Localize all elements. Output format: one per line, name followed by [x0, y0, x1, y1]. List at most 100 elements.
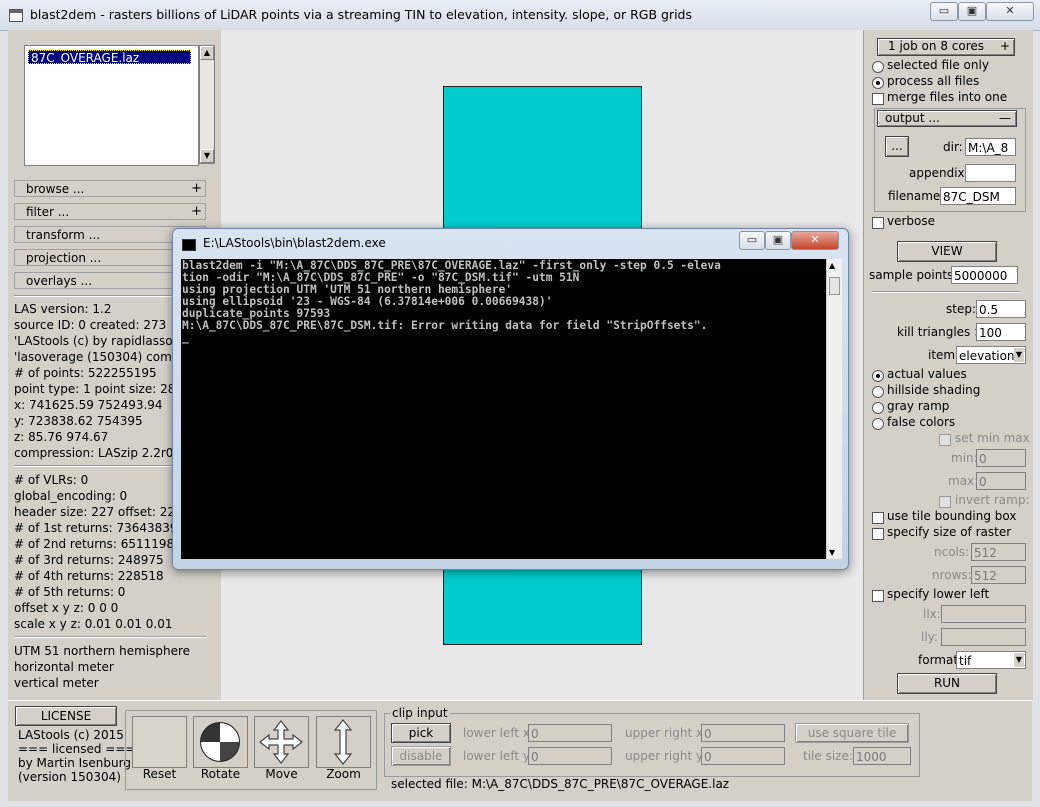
kill-triangles-input[interactable]: 100 — [976, 323, 1026, 341]
lower-left-x-input[interactable]: 0 — [528, 724, 612, 742]
step-input[interactable]: 0.5 — [976, 300, 1026, 318]
specify-lower-left-checkbox[interactable] — [872, 590, 884, 602]
window-title: blast2dem - rasters billions of LiDAR po… — [30, 7, 692, 22]
tile-bounding-box-checkbox[interactable] — [872, 512, 884, 524]
output-fold[interactable]: output ... — — [877, 110, 1017, 127]
pick-button[interactable]: pick — [391, 723, 451, 743]
info-num-points: # of points: 522255195 — [14, 366, 157, 380]
scroll-thumb[interactable] — [829, 277, 840, 295]
selected-file-only-radio[interactable] — [872, 61, 884, 73]
file-list[interactable]: 87C_OVERAGE.laz — [24, 45, 199, 166]
console-minimize-button[interactable]: ▭ — [739, 231, 765, 250]
console-screen[interactable]: blast2dem -i "M:\A_87C\DDS_87C_PRE\87C_O… — [181, 259, 826, 559]
gray-ramp-radio[interactable] — [872, 402, 884, 414]
min-input[interactable]: 0 — [976, 449, 1026, 467]
close-button[interactable]: ✕ — [986, 2, 1034, 21]
zoom-tool[interactable] — [316, 716, 371, 768]
output-browse-button[interactable]: ... — [885, 136, 909, 157]
verbose-checkbox[interactable] — [872, 217, 884, 229]
app-icon — [9, 9, 23, 22]
specify-lower-left-label: specify lower left — [887, 587, 990, 601]
console-window[interactable]: E:\LAStools\bin\blast2dem.exe ▭ ▣ ✕ blas… — [172, 228, 849, 570]
lower-left-x-label: lower left x: — [463, 726, 535, 740]
ncols-input[interactable]: 512 — [971, 543, 1026, 561]
scroll-down-icon[interactable]: ▼ — [200, 149, 214, 163]
credits: LAStools (c) 2015 === licensed === by Ma… — [18, 728, 135, 784]
window-titlebar[interactable]: blast2dem - rasters billions of LiDAR po… — [0, 0, 1040, 31]
actual-values-label: actual values — [887, 367, 967, 381]
lower-left-y-input[interactable]: 0 — [528, 747, 612, 765]
upper-right-x-input[interactable]: 0 — [701, 724, 785, 742]
info-utm: UTM 51 northern hemisphere — [14, 644, 191, 658]
credit-line: LAStools (c) 2015 — [18, 728, 124, 742]
run-button[interactable]: RUN — [897, 673, 997, 694]
move-tool[interactable] — [254, 716, 309, 768]
reset-tool[interactable] — [132, 716, 187, 768]
license-button[interactable]: LICENSE — [15, 706, 117, 726]
browse-fold[interactable]: browse ... + — [14, 180, 206, 197]
llx-label: llx: — [923, 607, 941, 621]
upper-right-y-input[interactable]: 0 — [701, 747, 785, 765]
filter-label: filter ... — [26, 205, 70, 219]
output-label: output ... — [885, 111, 940, 125]
divider — [14, 636, 206, 638]
use-square-tile-button[interactable]: use square tile — [795, 723, 909, 743]
file-list-scrollbar[interactable]: ▲ ▼ — [199, 45, 215, 164]
scroll-up-icon[interactable]: ▲ — [829, 261, 835, 270]
appendix-input[interactable] — [965, 164, 1016, 182]
info-4th-returns: # of 4th returns: 228518 — [14, 569, 164, 583]
view-button[interactable]: VIEW — [897, 241, 997, 262]
move-label: Move — [265, 767, 298, 781]
close-icon: ✕ — [1005, 4, 1015, 17]
info-lastools: 'LAStools (c) by rapidlasso — [14, 334, 173, 348]
console-close-button[interactable]: ✕ — [791, 231, 839, 250]
disable-button[interactable]: disable — [391, 746, 451, 766]
tile-bounding-box-label: use tile bounding box — [887, 509, 1017, 523]
llx-input[interactable] — [941, 605, 1026, 623]
max-label: max: — [948, 474, 979, 488]
actual-values-radio[interactable] — [872, 370, 884, 382]
max-input[interactable]: 0 — [976, 472, 1026, 490]
filter-fold[interactable]: filter ... + — [14, 203, 206, 220]
sample-points-input[interactable]: 5000000 — [951, 266, 1018, 284]
close-icon: ✕ — [810, 233, 820, 246]
specify-size-label: specify size of raster — [887, 525, 1012, 539]
hillside-shading-label: hillside shading — [887, 383, 981, 397]
upper-right-x-label: upper right x: — [625, 726, 708, 740]
dir-input[interactable]: M:\A_8 — [965, 138, 1016, 156]
lly-input[interactable] — [941, 628, 1026, 646]
scroll-up-icon[interactable]: ▲ — [200, 46, 214, 60]
invert-ramp-checkbox[interactable] — [939, 496, 951, 508]
console-maximize-button[interactable]: ▣ — [765, 231, 791, 250]
process-all-files-radio[interactable] — [872, 77, 884, 89]
info-5th-returns: # of 5th returns: 0 — [14, 585, 126, 599]
info-header-size: header size: 227 offset: 227 — [14, 505, 183, 519]
tile-size-label: tile size: — [803, 749, 853, 763]
kill-triangles-label: kill triangles > — [897, 325, 985, 339]
process-all-files-label: process all files — [887, 74, 980, 88]
scroll-down-icon[interactable]: ▼ — [829, 548, 835, 557]
projection-label: projection ... — [26, 251, 102, 265]
transform-label: transform ... — [26, 228, 101, 242]
info-point-type: point type: 1 point size: 28 — [14, 382, 176, 396]
nrows-input[interactable]: 512 — [971, 566, 1026, 584]
item-select[interactable]: elevation ▼ — [956, 346, 1026, 364]
cores-selector[interactable]: 1 job on 8 cores + — [877, 38, 1015, 56]
rotate-tool[interactable] — [193, 716, 248, 768]
console-scrollbar[interactable]: ▲ ▼ — [826, 259, 842, 559]
false-colors-radio[interactable] — [872, 418, 884, 430]
format-select[interactable]: tif ▼ — [956, 651, 1026, 669]
filename-input[interactable]: 87C_DSM — [940, 187, 1016, 205]
hillside-shading-radio[interactable] — [872, 386, 884, 398]
specify-size-checkbox[interactable] — [872, 528, 884, 540]
minimize-button[interactable]: ▭ — [930, 2, 958, 21]
plus-icon: + — [999, 39, 1010, 53]
maximize-button[interactable]: ▣ — [958, 2, 986, 21]
set-min-max-checkbox[interactable] — [939, 434, 951, 446]
info-lasoverage: 'lasoverage (150304) comm — [14, 350, 184, 364]
nrows-label: nrows: — [932, 568, 972, 582]
tile-size-input[interactable]: 1000 — [853, 747, 911, 765]
reset-label: Reset — [142, 767, 177, 781]
merge-files-checkbox[interactable] — [872, 93, 884, 105]
file-list-item[interactable]: 87C_OVERAGE.laz — [28, 50, 191, 65]
